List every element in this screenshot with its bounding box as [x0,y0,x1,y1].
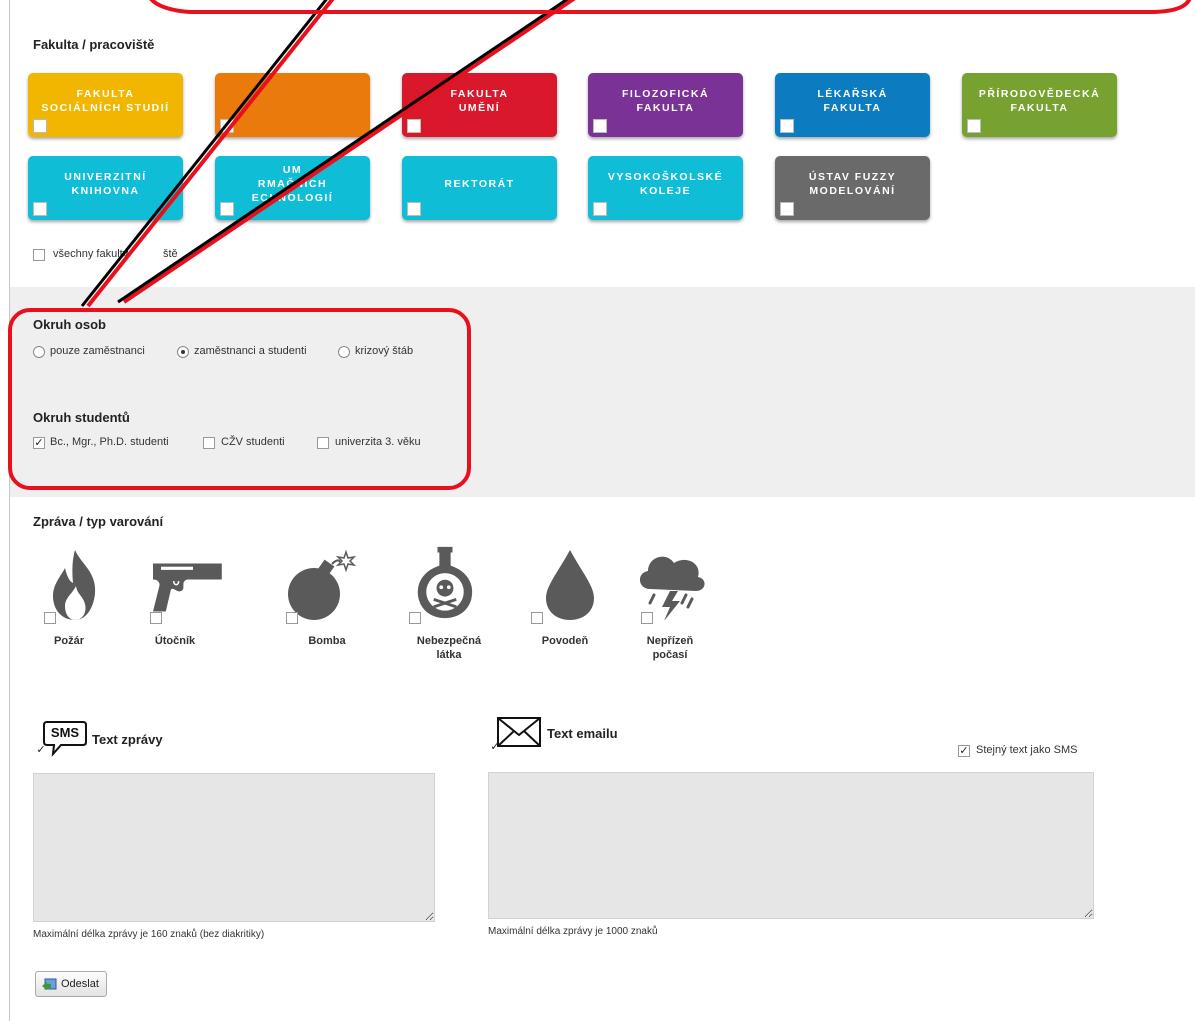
callout-pointer-lines [80,0,1192,308]
